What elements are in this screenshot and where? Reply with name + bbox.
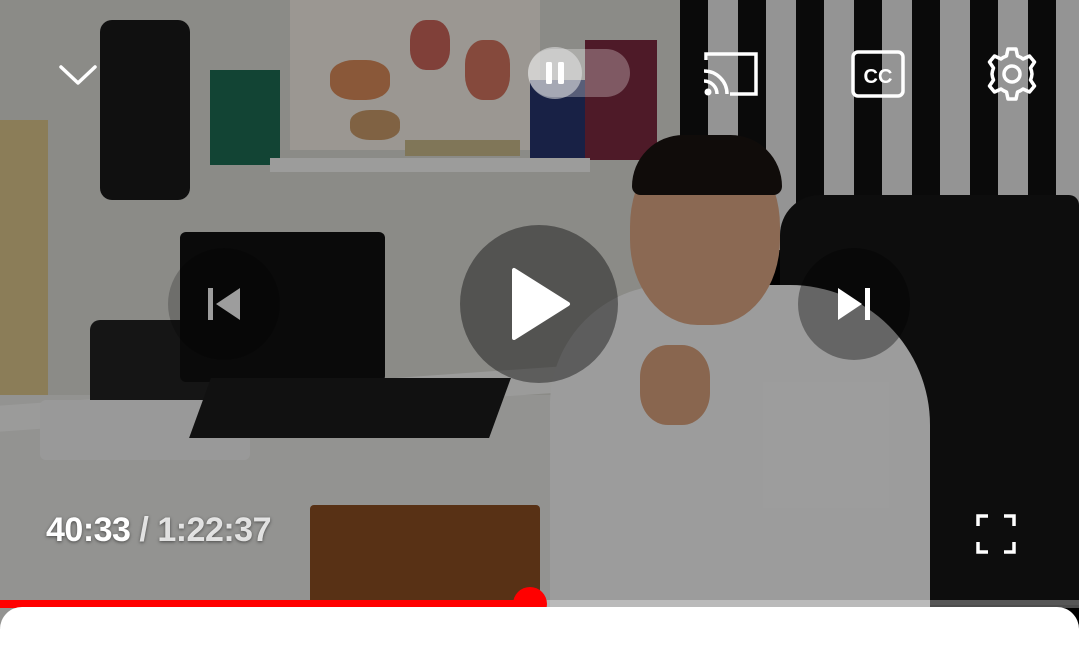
captions-label: CC [864,66,893,88]
skip-next-icon [838,288,870,320]
cast-icon [703,52,758,96]
play-icon [512,268,570,340]
play-button[interactable] [460,225,618,383]
fullscreen-icon [976,514,1016,554]
pause-icon [546,62,564,84]
skip-previous-icon [208,288,240,320]
settings-button[interactable] [982,44,1042,104]
time-separator: / [130,511,158,549]
gear-icon [987,47,1037,101]
cc-icon: CC [851,50,905,98]
time-display: 40:33 / 1:22:37 [46,508,272,552]
duration: 1:22:37 [157,511,272,549]
fullscreen-button[interactable] [974,512,1018,556]
cast-button[interactable] [700,48,762,100]
captions-button[interactable]: CC [850,48,906,100]
chevron-down-icon [59,65,97,85]
bottom-sheet [0,607,1079,647]
minimize-button[interactable] [55,55,101,95]
next-button[interactable] [798,248,910,360]
current-time: 40:33 [46,511,131,549]
previous-button[interactable] [168,248,280,360]
autoplay-toggle[interactable] [528,47,630,99]
